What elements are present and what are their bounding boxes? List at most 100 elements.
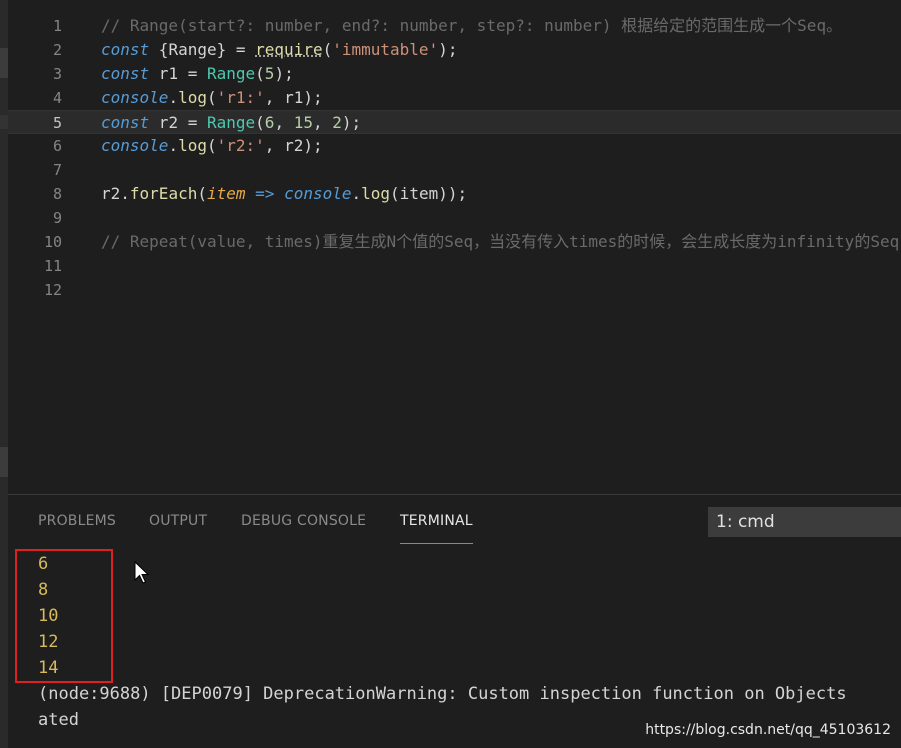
code-text: console.log('r2:', r2);: [101, 134, 323, 158]
panel-tabs: PROBLEMS OUTPUT DEBUG CONSOLE TERMINAL 1…: [8, 495, 901, 549]
code-token: ,: [274, 113, 294, 132]
code-token: console: [101, 88, 169, 107]
code-token: const: [101, 64, 150, 83]
code-token: r2: [149, 113, 188, 132]
terminal-output-line: 12: [38, 632, 59, 652]
code-token: ,: [312, 113, 333, 132]
code-token: =: [187, 113, 198, 132]
terminal-select[interactable]: 1: cmd: [708, 507, 901, 537]
code-line[interactable]: 11: [8, 254, 901, 278]
code-token: .: [168, 136, 179, 155]
code-token: {Range}: [149, 40, 236, 59]
line-number: 6: [52, 137, 62, 155]
line-number: 9: [52, 209, 62, 227]
strip-marker: [0, 447, 8, 477]
code-token: =: [187, 64, 198, 83]
tab-output[interactable]: OUTPUT: [149, 513, 207, 529]
code-line[interactable]: 12: [8, 278, 901, 302]
line-number: 8: [52, 185, 62, 203]
line-number: 3: [52, 65, 62, 83]
code-token: 6: [264, 113, 275, 132]
mouse-cursor-icon: [134, 561, 150, 584]
code-token: 'r1:': [216, 88, 265, 107]
code-line[interactable]: 6 console.log('r2:', r2);: [8, 134, 901, 158]
strip-marker: [0, 115, 8, 129]
line-number: 12: [43, 281, 62, 299]
code-token: (: [255, 113, 265, 132]
code-token: r2.: [101, 184, 130, 203]
code-token: r1: [149, 64, 188, 83]
code-token: (item));: [390, 184, 468, 203]
code-token: , r1);: [264, 88, 323, 107]
code-token: (: [255, 64, 265, 83]
code-token: 'r2:': [216, 136, 265, 155]
code-text: const {Range} = require('immutable');: [101, 38, 457, 62]
code-token: );: [274, 64, 294, 83]
code-line[interactable]: 7: [8, 158, 901, 182]
code-line[interactable]: 1 // Range(start?: number, end?: number, …: [8, 14, 901, 38]
code-token: (: [322, 40, 333, 59]
code-text: // Range(start?: number, end?: number, s…: [101, 14, 842, 38]
code-text: // Repeat(value, times)重复生成N个值的Seq，当没有传入…: [101, 230, 899, 254]
code-token: , r2);: [264, 136, 323, 155]
code-line[interactable]: 2 const {Range} = require('immutable');: [8, 38, 901, 62]
line-number: 4: [52, 89, 62, 107]
watermark: https://blog.csdn.net/qq_45103612: [645, 722, 891, 738]
code-token: // Repeat(value, times)重复生成N个值的Seq，当没有传入…: [101, 232, 900, 251]
terminal-output-line: 8: [38, 580, 49, 600]
line-number: 1: [52, 17, 62, 35]
code-token: Range: [206, 113, 256, 132]
code-token: console: [284, 184, 352, 203]
line-number: 10: [43, 233, 62, 251]
line-number: 7: [52, 161, 62, 179]
code-token: =>: [255, 184, 275, 203]
terminal-output-line: 6: [38, 554, 49, 574]
bottom-panel: PROBLEMS OUTPUT DEBUG CONSOLE TERMINAL 1…: [8, 494, 901, 748]
highlight-box: [15, 549, 113, 683]
code-token: const: [101, 113, 150, 132]
code-line[interactable]: 10 // Repeat(value, times)重复生成N个值的Seq，当没有…: [8, 230, 901, 254]
code-line[interactable]: 8 r2.forEach(item => console.log(item));: [8, 182, 901, 206]
code-token: log: [361, 184, 391, 203]
strip-marker: [0, 48, 8, 78]
code-text: const r1 = Range(5);: [101, 62, 294, 86]
activity-strip: [0, 0, 8, 748]
tab-terminal[interactable]: TERMINAL: [400, 513, 473, 544]
terminal-warning-line: ated: [38, 710, 79, 730]
code-line[interactable]: 9: [8, 206, 901, 230]
code-token: 15: [293, 113, 313, 132]
code-line[interactable]: 3 const r1 = Range(5);: [8, 62, 901, 86]
code-line[interactable]: 5 const r2 = Range(6, 15, 2);: [8, 110, 901, 134]
code-token: (: [206, 136, 217, 155]
tab-debug-console[interactable]: DEBUG CONSOLE: [241, 513, 366, 529]
code-token: );: [341, 113, 362, 132]
code-token: log: [178, 136, 207, 155]
tab-problems[interactable]: PROBLEMS: [38, 513, 116, 529]
code-text: console.log('r1:', r1);: [101, 86, 323, 110]
code-token: forEach: [129, 184, 198, 203]
code-token: (: [206, 88, 217, 107]
code-text: const r2 = Range(6, 15, 2);: [101, 111, 361, 135]
code-token: // Range(start?: number, end?: number, s…: [101, 16, 843, 35]
code-token: item: [206, 184, 246, 203]
code-token: (: [197, 184, 207, 203]
code-token: .: [351, 184, 362, 203]
code-editor[interactable]: 1 // Range(start?: number, end?: number, …: [8, 0, 901, 492]
terminal-output-line: 10: [38, 606, 59, 626]
code-token: log: [178, 88, 207, 107]
code-token: =: [235, 40, 246, 59]
code-token: require: [255, 40, 323, 59]
terminal-output[interactable]: 6 8 10 12 14 (node:9688) [DEP0079] Depre…: [8, 549, 901, 748]
code-token: Range: [206, 64, 256, 83]
code-token: const: [101, 40, 150, 59]
line-number: 2: [52, 41, 62, 59]
code-line[interactable]: 4 console.log('r1:', r1);: [8, 86, 901, 110]
code-token: 5: [264, 64, 275, 83]
code-token: );: [438, 40, 458, 59]
code-text: r2.forEach(item => console.log(item));: [101, 182, 467, 206]
